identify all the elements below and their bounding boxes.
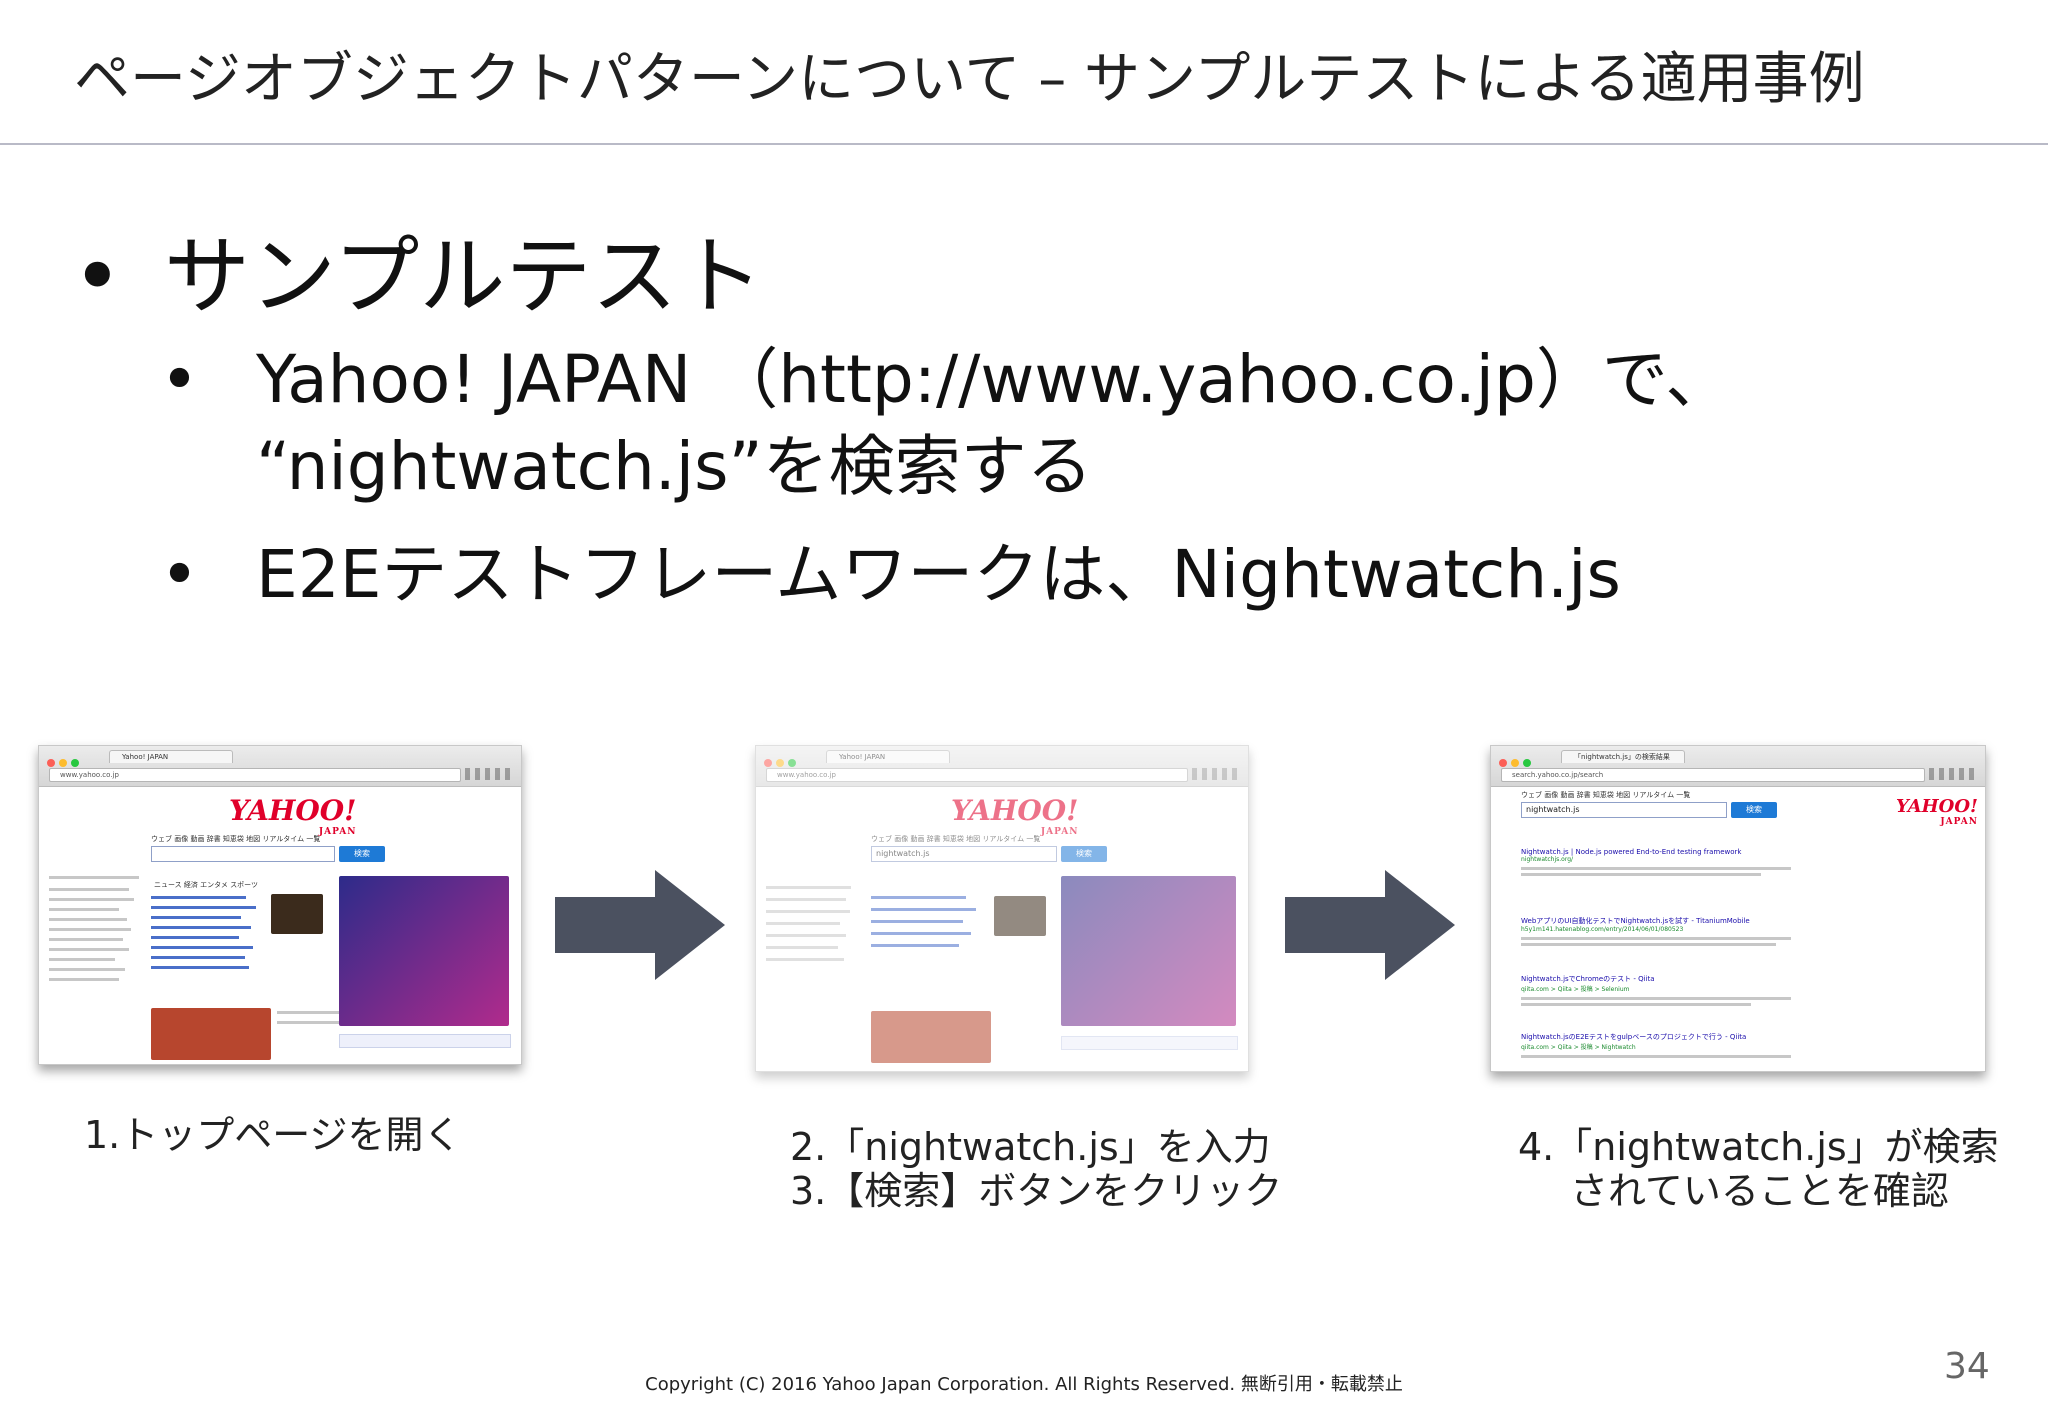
browser-chrome: 「nightwatch.js」の検索結果 search.yahoo.co.jp/…: [1491, 746, 1985, 787]
arrow-right-icon: [1285, 870, 1455, 980]
arrow-right-icon: [555, 870, 725, 980]
caption-step-1: 1.トップページを開く: [84, 1113, 462, 1157]
search-button: 検索: [339, 846, 385, 862]
result-title: Nightwatch.jsのE2Eテストをgulpベースのプロジェクトで行う -…: [1521, 1033, 1747, 1041]
browser-chrome: Yahoo! JAPAN www.yahoo.co.jp: [756, 746, 1248, 787]
screenshot-top-page: Yahoo! JAPAN www.yahoo.co.jp YAHOO! JAPAN…: [38, 745, 522, 1065]
search-input: nightwatch.js: [1521, 802, 1727, 818]
browser-tab: Yahoo! JAPAN: [826, 750, 950, 763]
search-nav-tabs: ウェブ 画像 動画 辞書 知恵袋 地図 リアルタイム 一覧: [1521, 791, 1691, 799]
toolbar-icons: [465, 768, 515, 780]
caption-step-4-line-2: されていることを確認: [1570, 1169, 1949, 1213]
search-nav-tabs: ウェブ 画像 動画 辞書 知恵袋 地図 リアルタイム 一覧: [151, 835, 321, 843]
address-bar: www.yahoo.co.jp: [766, 768, 1188, 782]
result-title: WebアプリのUI自動化テストでNightwatch.jsを試す - Titan…: [1521, 917, 1750, 925]
result-url: nightwatchjs.org/: [1521, 856, 1574, 863]
result-url: h5y1m141.hatenablog.com/entry/2014/06/01…: [1521, 926, 1684, 933]
news-tabs: ニュース 経済 エンタメ スポーツ: [154, 881, 258, 889]
caption-step-2: 2.「nightwatch.js」を入力: [790, 1125, 1271, 1169]
search-result: Nightwatch.jsでChromeのテスト - Qiita qiita.c…: [1521, 974, 1821, 1006]
result-url: qiita.com > Qiita > 投稿 > Selenium: [1521, 986, 1630, 993]
yahoo-logo: YAHOO! JAPAN: [951, 794, 1079, 837]
bullet-sub-1: • Yahoo! JAPAN （http://www.yahoo.co.jp）で、: [160, 335, 1731, 425]
result-url: qiita.com > Qiita > 投稿 > Nightwatch: [1521, 1044, 1636, 1051]
search-nav-tabs: ウェブ 画像 動画 辞書 知恵袋 地図 リアルタイム 一覧: [871, 835, 1041, 843]
search-result: Nightwatch.jsのE2Eテストをgulpベースのプロジェクトで行う -…: [1521, 1032, 1821, 1058]
search-input: nightwatch.js: [871, 846, 1057, 862]
bullet-main: • サンプルテスト: [72, 222, 763, 332]
caption-step-3: 3.【検索】ボタンをクリック: [790, 1169, 1283, 1213]
search-result: WebアプリのUI自動化テストでNightwatch.jsを試す - Titan…: [1521, 916, 1821, 946]
result-title: Nightwatch.jsでChromeのテスト - Qiita: [1521, 975, 1655, 983]
result-title: Nightwatch.js | Node.js powered End-to-E…: [1521, 848, 1742, 856]
search-button: 検索: [1731, 802, 1777, 818]
screenshot-search-input: Yahoo! JAPAN www.yahoo.co.jp YAHOO! JAPAN…: [755, 745, 1249, 1072]
browser-chrome: Yahoo! JAPAN www.yahoo.co.jp: [39, 746, 521, 787]
bullet-dot: •: [72, 227, 123, 327]
screenshot-search-results: 「nightwatch.js」の検索結果 search.yahoo.co.jp/…: [1490, 745, 1986, 1072]
address-bar: search.yahoo.co.jp/search: [1501, 768, 1925, 782]
bullet-main-text: サンプルテスト: [164, 227, 764, 327]
ad-banner: [1061, 876, 1236, 1026]
login-box: [339, 1034, 511, 1048]
slide-title: ページオブジェクトパターンについて – サンプルテストによる適用事例: [74, 47, 1865, 112]
search-button: 検索: [1061, 846, 1107, 862]
login-box: [1061, 1036, 1238, 1050]
search-input: [151, 846, 335, 862]
copyright-footer: Copyright (C) 2016 Yahoo Japan Corporati…: [645, 1374, 1403, 1395]
toolbar-icons: [1192, 768, 1242, 780]
bullet-sub-2: • E2Eテストフレームワークは、Nightwatch.js: [160, 530, 1621, 620]
bullet-dot: •: [160, 536, 199, 613]
bullet-sub-1-line-1: Yahoo! JAPAN （http://www.yahoo.co.jp）で、: [256, 341, 1732, 418]
bullet-sub-2-text: E2Eテストフレームワークは、Nightwatch.js: [256, 536, 1621, 613]
toolbar-icons: [1929, 768, 1979, 780]
browser-tab: Yahoo! JAPAN: [109, 750, 233, 763]
caption-step-4-line-1: 4.「nightwatch.js」が検索: [1518, 1125, 1999, 1169]
bullet-sub-1-line-2: “nightwatch.js”を検索する: [256, 428, 1093, 505]
title-divider: [0, 143, 2048, 145]
yahoo-logo: YAHOO! JAPAN: [1896, 796, 1978, 827]
bullet-dot: •: [160, 341, 199, 418]
ad-banner: [339, 876, 509, 1026]
address-bar: www.yahoo.co.jp: [49, 768, 461, 782]
browser-tab: 「nightwatch.js」の検索結果: [1561, 750, 1685, 763]
yahoo-logo: YAHOO! JAPAN: [229, 794, 357, 837]
search-result: Nightwatch.js | Node.js powered End-to-E…: [1521, 848, 1821, 876]
